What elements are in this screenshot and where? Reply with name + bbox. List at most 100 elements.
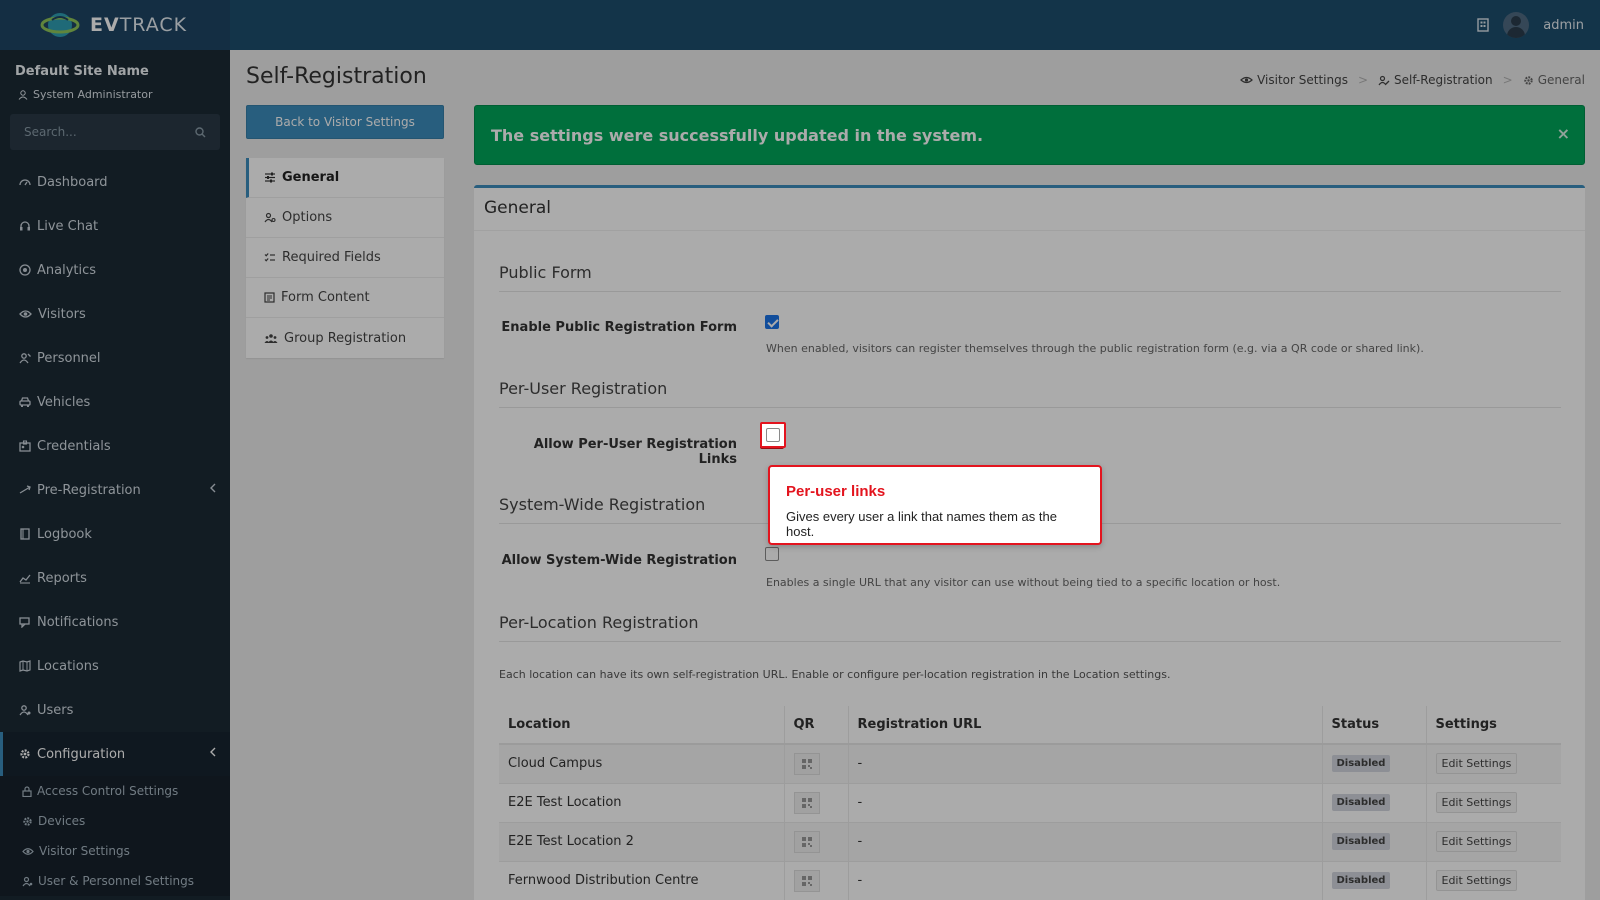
- edit-settings-button[interactable]: Edit Settings: [1435, 753, 1518, 775]
- brand[interactable]: EVTRACK: [0, 0, 230, 50]
- page-title: Self-Registration: [246, 64, 427, 89]
- chevron-left-icon[interactable]: [209, 747, 216, 757]
- sidebar-item-label: Reports: [37, 570, 87, 586]
- message-icon: [19, 617, 30, 628]
- column-header-location[interactable]: Location: [499, 706, 785, 745]
- avatar[interactable]: [1503, 12, 1530, 38]
- eye-icon: [22, 847, 34, 855]
- sidebar-item-label: Notifications: [37, 614, 119, 630]
- sidebar-item-analytics[interactable]: Analytics: [0, 248, 230, 292]
- sidebar-item-live-chat[interactable]: Live Chat: [0, 204, 230, 248]
- breadcrumb-item-self-registration[interactable]: Self-Registration: [1378, 73, 1493, 87]
- breadcrumb-item-visitor-settings[interactable]: Visitor Settings: [1240, 73, 1348, 87]
- sidebar-item-locations[interactable]: Locations: [0, 644, 230, 688]
- qr-cell: [784, 860, 849, 900]
- location-name: E2E Test Location 2: [499, 821, 785, 861]
- user-cog-icon: [22, 876, 33, 886]
- allow-system-wide-checkbox[interactable]: [765, 547, 779, 561]
- status-badge: Disabled: [1331, 833, 1391, 850]
- building-icon[interactable]: [1477, 18, 1489, 32]
- qr-code-icon[interactable]: [793, 830, 820, 853]
- sidebar-item-personnel[interactable]: Personnel: [0, 336, 230, 380]
- edit-settings-button[interactable]: Edit Settings: [1435, 870, 1518, 892]
- edit-settings-button[interactable]: Edit Settings: [1435, 831, 1518, 852]
- chevron-left-icon[interactable]: [209, 483, 216, 493]
- section-title-public-form: Public Form: [499, 263, 592, 282]
- settings-nav-label: Required Fields: [282, 250, 381, 265]
- users-icon: [19, 705, 31, 716]
- column-header-status[interactable]: Status: [1322, 706, 1427, 745]
- sidebar-item-reports[interactable]: Reports: [0, 556, 230, 600]
- sidebar-item-logbook[interactable]: Logbook: [0, 512, 230, 556]
- status-badge: Disabled: [1331, 794, 1391, 811]
- book-icon: [20, 528, 30, 540]
- success-alert: The settings were successfully updated i…: [474, 105, 1585, 165]
- sidebar-item-pre-registration[interactable]: Pre-Registration: [0, 468, 230, 512]
- brand-logo: EVTRACK: [40, 10, 187, 40]
- status-cell: Disabled: [1322, 860, 1427, 900]
- registration-url: -: [848, 782, 1323, 822]
- callout-tooltip: Per-user links Gives every user a link t…: [768, 465, 1102, 545]
- submenu-item-label: Access Control Settings: [37, 784, 179, 798]
- table-row: Cloud Campus - Disabled Edit Settings: [499, 743, 1561, 783]
- submenu-item-access-control[interactable]: Access Control Settings: [0, 776, 230, 806]
- sidebar-item-credentials[interactable]: Credentials: [0, 424, 230, 468]
- enable-public-form-label: Enable Public Registration Form: [501, 320, 737, 335]
- search-input[interactable]: Search...: [24, 125, 77, 139]
- column-header-settings[interactable]: Settings: [1426, 706, 1561, 745]
- brand-name: EVTRACK: [90, 14, 188, 36]
- close-icon[interactable]: ×: [1557, 124, 1570, 143]
- back-to-visitor-settings-button[interactable]: Back to Visitor Settings: [246, 105, 444, 139]
- panel-header-divider: [474, 230, 1585, 231]
- status-badge: Disabled: [1331, 755, 1391, 773]
- location-name: E2E Test Location: [499, 782, 785, 822]
- search-icon[interactable]: [195, 126, 206, 138]
- settings-nav-options[interactable]: Options: [246, 198, 444, 238]
- site-name: Default Site Name: [15, 64, 149, 79]
- sidebar-item-label: Locations: [37, 658, 99, 674]
- submenu-item-user-personnel-settings[interactable]: User & Personnel Settings: [0, 866, 230, 896]
- location-name: Cloud Campus: [499, 743, 785, 783]
- sidebar-item-label: Logbook: [37, 526, 92, 542]
- breadcrumb-label: Self-Registration: [1394, 73, 1493, 87]
- submenu-item-label: User & Personnel Settings: [38, 874, 195, 888]
- settings-nav-required-fields[interactable]: Required Fields: [246, 238, 444, 278]
- status-cell: Disabled: [1322, 743, 1427, 783]
- sidebar-item-users[interactable]: Users: [0, 688, 230, 732]
- submenu-item-visitor-settings[interactable]: Visitor Settings: [0, 836, 230, 866]
- sidebar-item-notifications[interactable]: Notifications: [0, 600, 230, 644]
- settings-cell: Edit Settings: [1426, 743, 1561, 783]
- registration-url: -: [848, 821, 1323, 861]
- settings-nav-label: Group Registration: [284, 330, 407, 346]
- sidebar-search[interactable]: Search...: [10, 114, 220, 150]
- qr-code-icon[interactable]: [793, 869, 820, 892]
- qr-code-icon[interactable]: [793, 791, 820, 814]
- sidebar-item-vehicles[interactable]: Vehicles: [0, 380, 230, 424]
- map-icon: [19, 660, 31, 672]
- settings-nav-form-content[interactable]: Form Content: [246, 278, 444, 318]
- per-user-links-checkbox-highlighted[interactable]: [766, 428, 780, 442]
- sidebar-item-visitors[interactable]: Visitors: [0, 292, 230, 336]
- settings-nav-group-registration[interactable]: Group Registration: [246, 318, 444, 358]
- table-row: E2E Test Location - Disabled Edit Settin…: [499, 782, 1561, 822]
- locations-table: Location QR Registration URL Status Sett…: [499, 706, 1561, 900]
- sidebar-item-configuration[interactable]: Configuration: [0, 732, 230, 776]
- table-row: Fernwood Distribution Centre - Disabled …: [499, 860, 1561, 900]
- success-alert-message: The settings were successfully updated i…: [491, 125, 984, 145]
- column-header-qr[interactable]: QR: [784, 706, 849, 745]
- status-cell: Disabled: [1322, 821, 1427, 861]
- sliders-icon: [265, 172, 275, 183]
- user-menu-name[interactable]: admin: [1543, 18, 1584, 33]
- enable-public-form-checkbox[interactable]: [765, 315, 779, 329]
- submenu-item-devices[interactable]: Devices: [0, 806, 230, 836]
- settings-cell: Edit Settings: [1426, 860, 1561, 900]
- edit-settings-button[interactable]: Edit Settings: [1435, 792, 1518, 813]
- configuration-submenu: Access Control Settings Devices Visitor …: [0, 776, 230, 896]
- table-header-row: Location QR Registration URL Status Sett…: [499, 706, 1561, 745]
- globe-logo-icon: [40, 13, 80, 37]
- user-cog-icon: [264, 212, 276, 223]
- sidebar-item-dashboard[interactable]: Dashboard: [0, 160, 230, 204]
- column-header-registration-url[interactable]: Registration URL: [848, 706, 1323, 745]
- qr-code-icon[interactable]: [793, 752, 820, 775]
- settings-nav-general[interactable]: General: [246, 158, 444, 198]
